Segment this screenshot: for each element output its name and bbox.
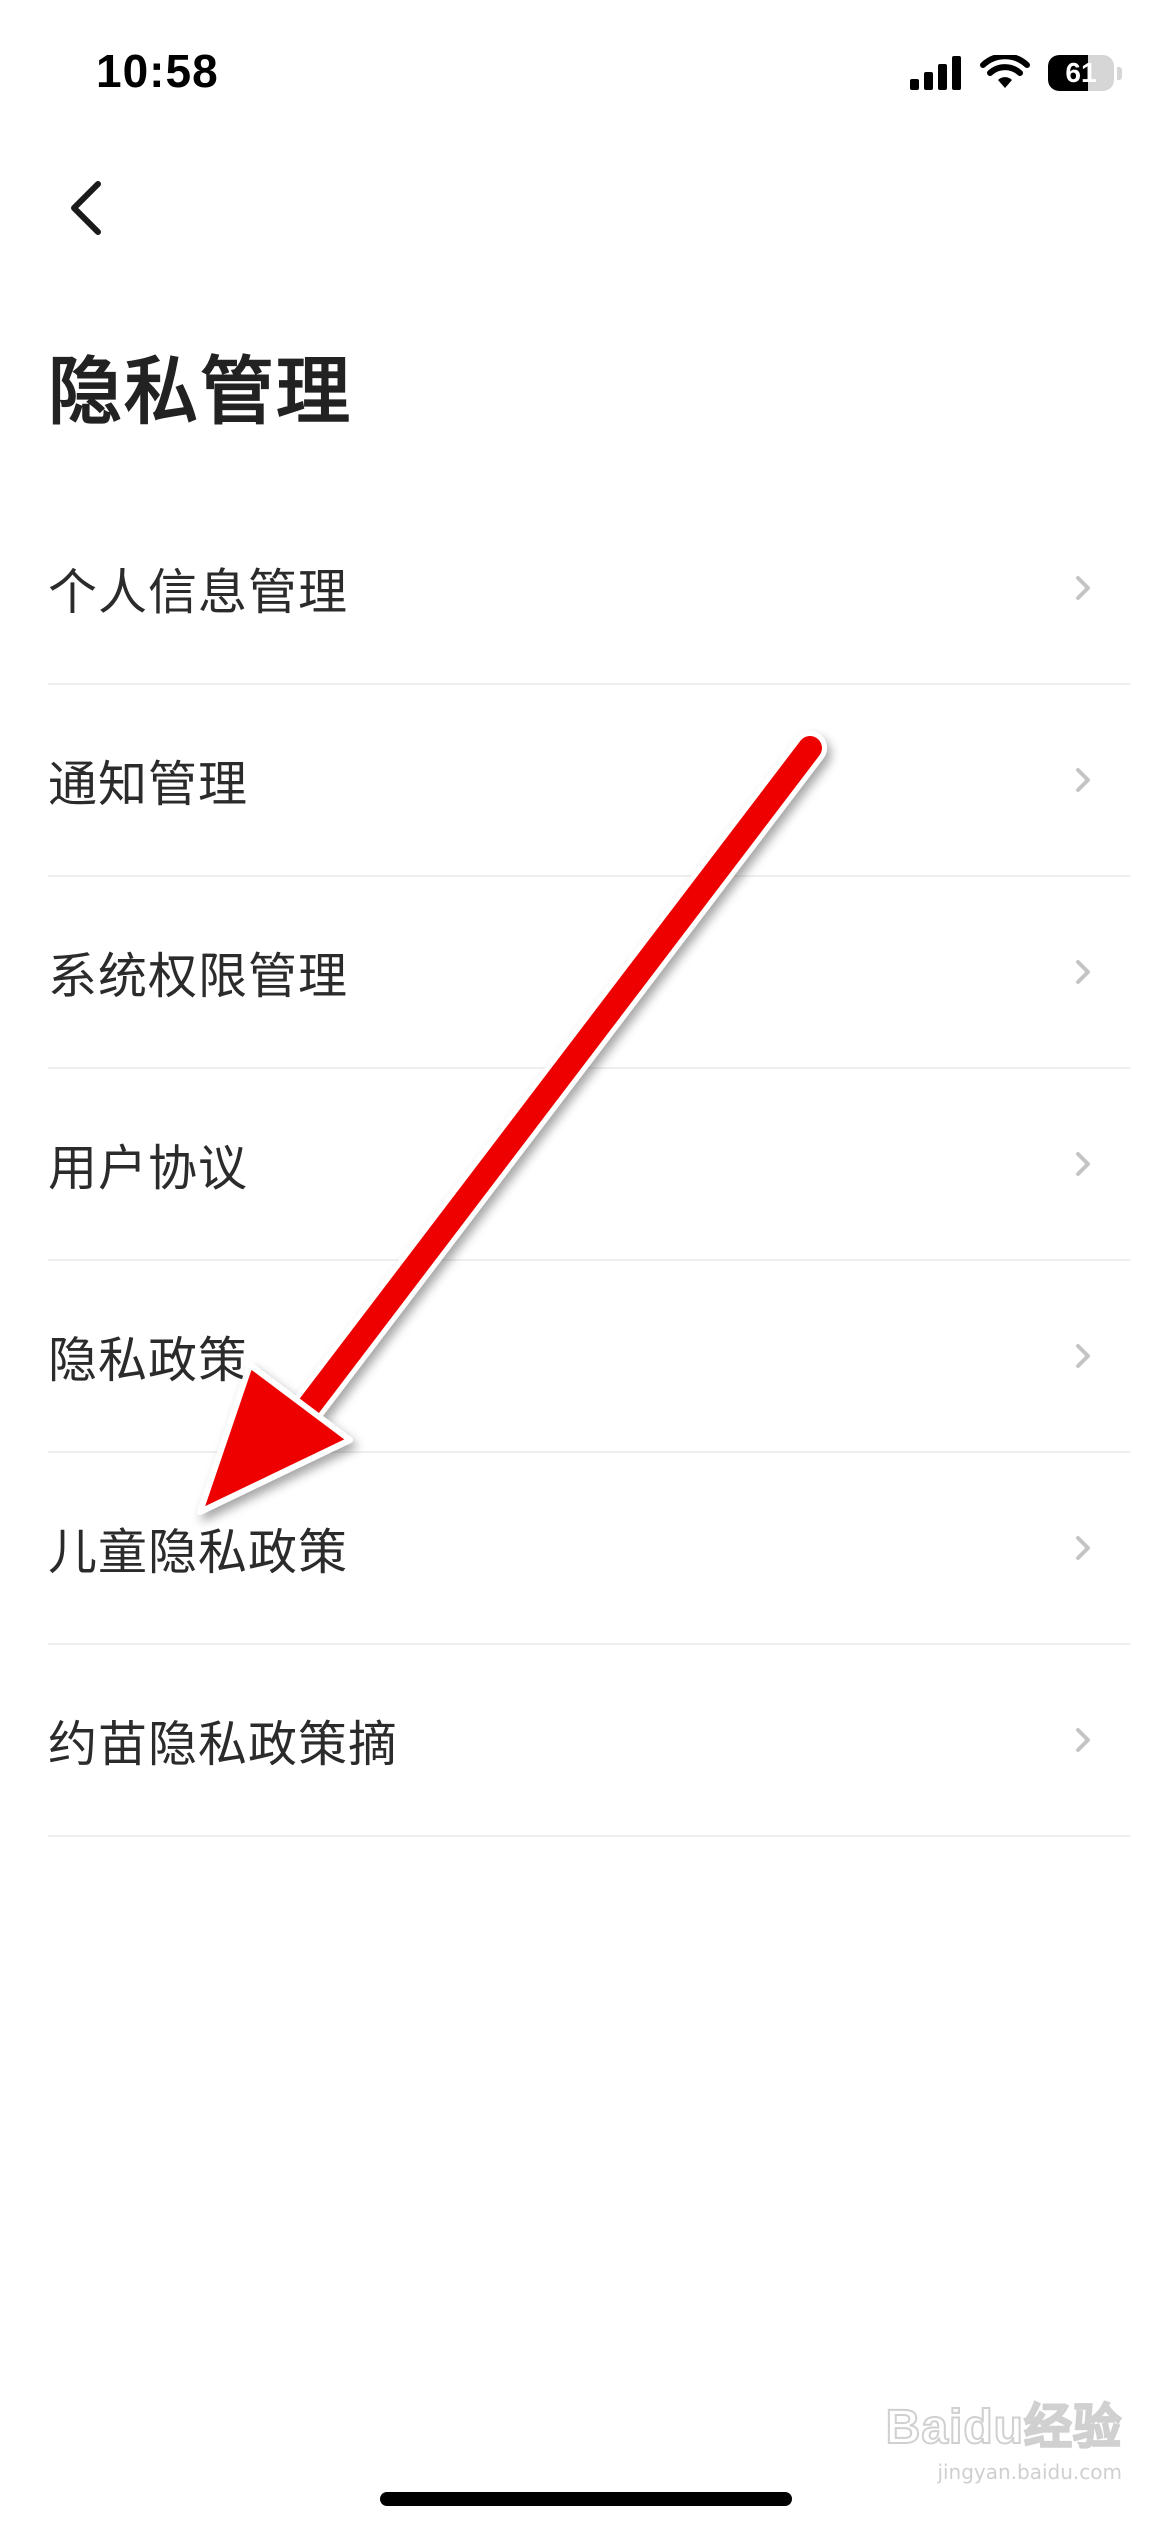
chevron-right-icon xyxy=(1076,1344,1090,1368)
menu-item-label: 隐私政策 xyxy=(48,1331,249,1389)
menu-item-children-privacy-policy[interactable]: 儿童隐私政策 xyxy=(48,1453,1130,1645)
watermark-brand: Baidu经验 xyxy=(885,2400,1122,2455)
home-indicator[interactable] xyxy=(380,2492,792,2506)
menu-item-label: 约苗隐私政策摘 xyxy=(48,1715,399,1773)
menu-item-personal-info[interactable]: 个人信息管理 xyxy=(48,493,1130,685)
menu-item-privacy-policy[interactable]: 隐私政策 xyxy=(48,1261,1130,1453)
watermark-url: jingyan.baidu.com xyxy=(937,2460,1122,2484)
status-icons: 61 xyxy=(910,48,1122,98)
chevron-left-icon xyxy=(71,181,101,235)
chevron-right-icon xyxy=(1076,1728,1090,1752)
menu-item-label: 儿童隐私政策 xyxy=(48,1523,349,1581)
chevron-right-icon xyxy=(1076,960,1090,984)
status-bar: 10:58 61 xyxy=(0,0,1170,150)
baidu-watermark: Baidu经验 xyxy=(885,2392,1122,2455)
menu-item-label: 个人信息管理 xyxy=(48,563,349,621)
status-time: 10:58 xyxy=(96,45,219,97)
menu-item-system-permissions[interactable]: 系统权限管理 xyxy=(48,877,1130,1069)
battery-cap xyxy=(1117,66,1122,80)
menu-item-label: 通知管理 xyxy=(48,755,249,813)
battery-level: 61 xyxy=(1065,57,1097,88)
wifi-icon xyxy=(980,55,1030,88)
page-title: 隐私管理 xyxy=(48,349,352,435)
menu-item-notifications[interactable]: 通知管理 xyxy=(48,685,1130,877)
chevron-right-icon xyxy=(1076,1536,1090,1560)
menu-item-yuemiao-privacy-summary[interactable]: 约苗隐私政策摘 xyxy=(48,1645,1130,1837)
back-button[interactable] xyxy=(46,168,126,248)
menu-item-label: 用户协议 xyxy=(48,1139,249,1197)
battery-icon: 61 xyxy=(1048,55,1114,91)
chevron-right-icon xyxy=(1076,768,1090,792)
menu-list: 个人信息管理 通知管理 系统权限管理 用户协议 隐私政策 儿童隐私政策 约苗隐私… xyxy=(48,493,1130,1837)
cellular-signal-icon xyxy=(910,56,961,90)
menu-item-user-agreement[interactable]: 用户协议 xyxy=(48,1069,1130,1261)
menu-item-label: 系统权限管理 xyxy=(48,947,349,1005)
chevron-right-icon xyxy=(1076,576,1090,600)
chevron-right-icon xyxy=(1076,1152,1090,1176)
